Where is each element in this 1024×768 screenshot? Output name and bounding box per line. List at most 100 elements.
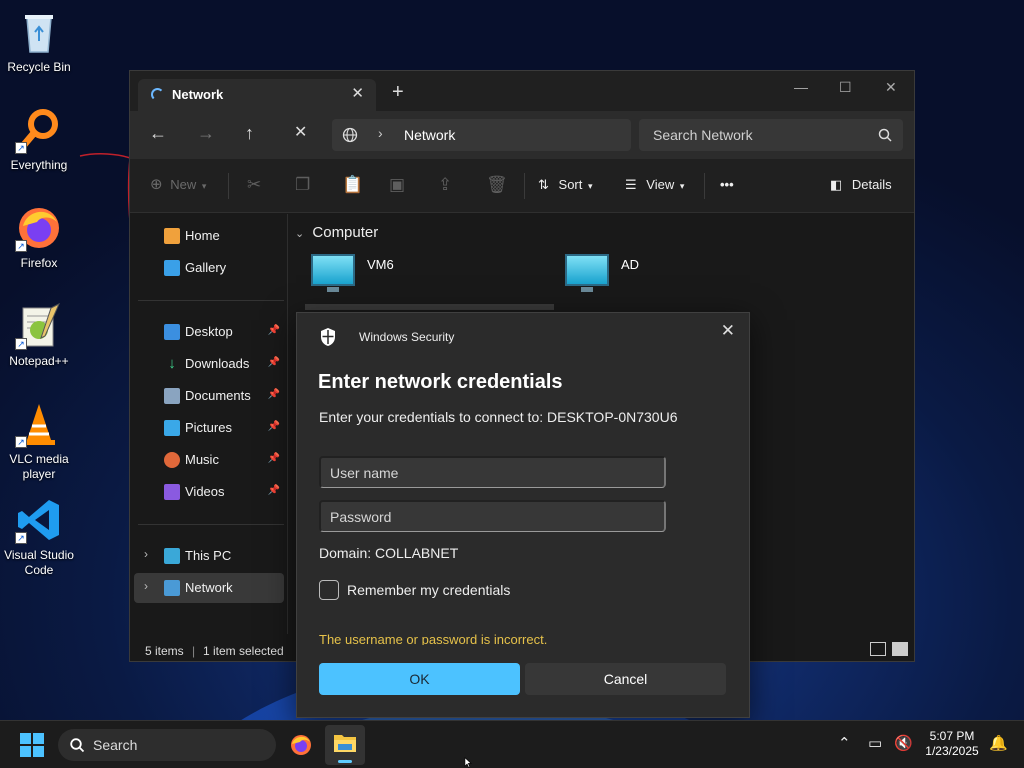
cancel-button[interactable]: Cancel <box>525 663 726 695</box>
new-button[interactable]: ⊕ New ▾ <box>150 177 206 194</box>
status-divider: | <box>192 644 196 658</box>
this-pc-icon <box>164 548 180 564</box>
pin-icon[interactable]: 📌 <box>268 421 280 432</box>
chevron-right-icon[interactable]: › <box>144 547 148 561</box>
ok-button[interactable]: OK <box>319 663 520 695</box>
sidebar-item-home[interactable]: Home <box>134 221 284 251</box>
pin-icon[interactable]: 📌 <box>268 325 280 336</box>
desktop-icon-firefox[interactable]: ↗ Firefox <box>0 204 78 271</box>
show-hidden-icons-button[interactable]: ⌃ <box>838 734 851 752</box>
clock[interactable]: 5:07 PM 1/23/2025 <box>920 729 984 759</box>
minimize-button[interactable]: — <box>794 79 808 95</box>
network-computer-item[interactable]: AD <box>565 254 785 298</box>
active-app-indicator <box>338 760 352 763</box>
taskbar-search-label: Search <box>93 737 138 753</box>
computer-icon <box>311 254 355 286</box>
sort-button[interactable]: ⇅ Sort ▾ <box>538 177 593 194</box>
desktop-icon-label: Notepad++ <box>9 354 69 368</box>
breadcrumb[interactable]: › Network <box>332 119 631 151</box>
paste-icon[interactable]: 📋 <box>342 175 363 195</box>
pin-icon[interactable]: 📌 <box>268 485 280 496</box>
desktop-icon-notepadpp[interactable]: ↗ Notepad++ <box>0 302 78 369</box>
group-label: Computer <box>312 224 379 241</box>
recycle-bin-icon <box>15 8 63 56</box>
tab-network[interactable]: Network ✕ <box>138 79 376 111</box>
videos-icon <box>164 484 180 500</box>
cut-icon[interactable]: ✂ <box>247 175 261 195</box>
taskbar-search[interactable]: Search <box>58 729 276 761</box>
group-header-computer[interactable]: ⌄ Computer <box>295 224 378 241</box>
sidebar-item-network[interactable]: › Network <box>134 573 284 603</box>
sidebar-item-this-pc[interactable]: › This PC <box>134 541 284 571</box>
sidebar-item-videos[interactable]: Videos 📌 <box>134 477 284 507</box>
taskbar-firefox[interactable] <box>281 725 321 765</box>
sidebar-item-desktop[interactable]: Desktop 📌 <box>134 317 284 347</box>
username-field[interactable] <box>319 456 666 488</box>
chevron-down-icon: ⌄ <box>295 228 305 240</box>
large-icons-view-button[interactable] <box>892 642 908 656</box>
shortcut-arrow-icon: ↗ <box>15 142 27 154</box>
clock-time: 5:07 PM <box>929 729 975 743</box>
item-count: 5 items <box>145 644 184 658</box>
back-button[interactable]: ← <box>149 123 167 143</box>
new-tab-button[interactable]: + <box>392 82 404 102</box>
forward-button[interactable]: → <box>197 123 215 143</box>
selected-item-highlight <box>305 304 554 310</box>
delete-icon[interactable]: 🗑 <box>486 175 508 195</box>
rename-icon[interactable]: ▣ <box>389 175 405 195</box>
pin-icon[interactable]: 📌 <box>268 357 280 368</box>
checkbox[interactable] <box>319 580 339 600</box>
sidebar-item-downloads[interactable]: ↓ Downloads 📌 <box>134 349 284 379</box>
sidebar-item-pictures[interactable]: Pictures 📌 <box>134 413 284 443</box>
volume-muted-icon[interactable]: 🔇 <box>894 734 913 752</box>
pictures-icon <box>164 420 180 436</box>
sidebar-item-label: Home <box>185 228 220 243</box>
sidebar-item-gallery[interactable]: Gallery <box>134 253 284 283</box>
sidebar-item-label: This PC <box>185 548 232 563</box>
close-dialog-button[interactable]: ✕ <box>721 321 735 341</box>
folder-icon <box>334 735 356 752</box>
copy-icon[interactable]: ❐ <box>295 175 310 195</box>
share-icon[interactable]: ⇪ <box>438 175 452 195</box>
start-button[interactable] <box>20 733 44 757</box>
search-input[interactable]: Search Network <box>639 119 903 151</box>
sidebar-item-music[interactable]: Music 📌 <box>134 445 284 475</box>
desktop-icon-vscode[interactable]: ↗ Visual Studio Code <box>0 496 78 578</box>
mouse-cursor <box>464 757 472 768</box>
close-window-button[interactable]: ✕ <box>885 79 897 96</box>
pin-icon[interactable]: 📌 <box>268 453 280 464</box>
details-view-button[interactable] <box>870 642 886 656</box>
desktop-icon-recycle-bin[interactable]: Recycle Bin <box>0 8 78 75</box>
remember-credentials-checkbox[interactable]: Remember my credentials <box>319 579 559 601</box>
desktop-icon-vlc[interactable]: ↗ VLC media player <box>0 400 78 482</box>
search-icon <box>878 128 892 142</box>
command-bar: ⊕ New ▾ ✂ ❐ 📋 ▣ ⇪ 🗑 ⇅ Sort ▾ ☰ View ▾ ••… <box>130 159 914 213</box>
network-computer-item[interactable]: VM6 <box>311 254 531 298</box>
more-options-button[interactable]: ••• <box>720 177 734 193</box>
shortcut-arrow-icon: ↗ <box>15 436 27 448</box>
music-icon <box>164 452 180 468</box>
pin-icon[interactable]: 📌 <box>268 389 280 400</box>
taskbar: Search ⌃ ▭ 🔇 5:07 PM 1/23/2025 🔔 <box>0 720 1024 768</box>
computer-label: AD <box>621 257 640 272</box>
network-status-icon[interactable]: ▭ <box>868 734 882 752</box>
sidebar-item-label: Documents <box>185 388 251 403</box>
firefox-icon: ↗ <box>15 204 63 252</box>
home-icon <box>164 228 180 244</box>
chevron-right-icon[interactable]: › <box>144 579 148 593</box>
view-button[interactable]: ☰ View ▾ <box>625 177 684 194</box>
password-field[interactable] <box>319 500 666 532</box>
computer-label: VM6 <box>367 257 394 272</box>
stop-button[interactable]: ✕ <box>294 123 307 143</box>
shield-icon <box>321 328 335 346</box>
desktop-icon-everything[interactable]: ↗ Everything <box>0 106 78 173</box>
notification-bell-icon[interactable]: 🔔 <box>989 734 1008 752</box>
maximize-button[interactable]: ☐ <box>839 79 852 96</box>
sort-icon: ⇅ <box>538 177 549 192</box>
details-button[interactable]: ◧ Details <box>830 177 892 193</box>
close-tab-icon[interactable]: ✕ <box>351 84 364 102</box>
sidebar-item-documents[interactable]: Documents 📌 <box>134 381 284 411</box>
breadcrumb-network[interactable]: Network <box>404 127 455 143</box>
up-button[interactable]: ↑ <box>245 123 254 143</box>
taskbar-file-explorer[interactable] <box>325 725 365 765</box>
